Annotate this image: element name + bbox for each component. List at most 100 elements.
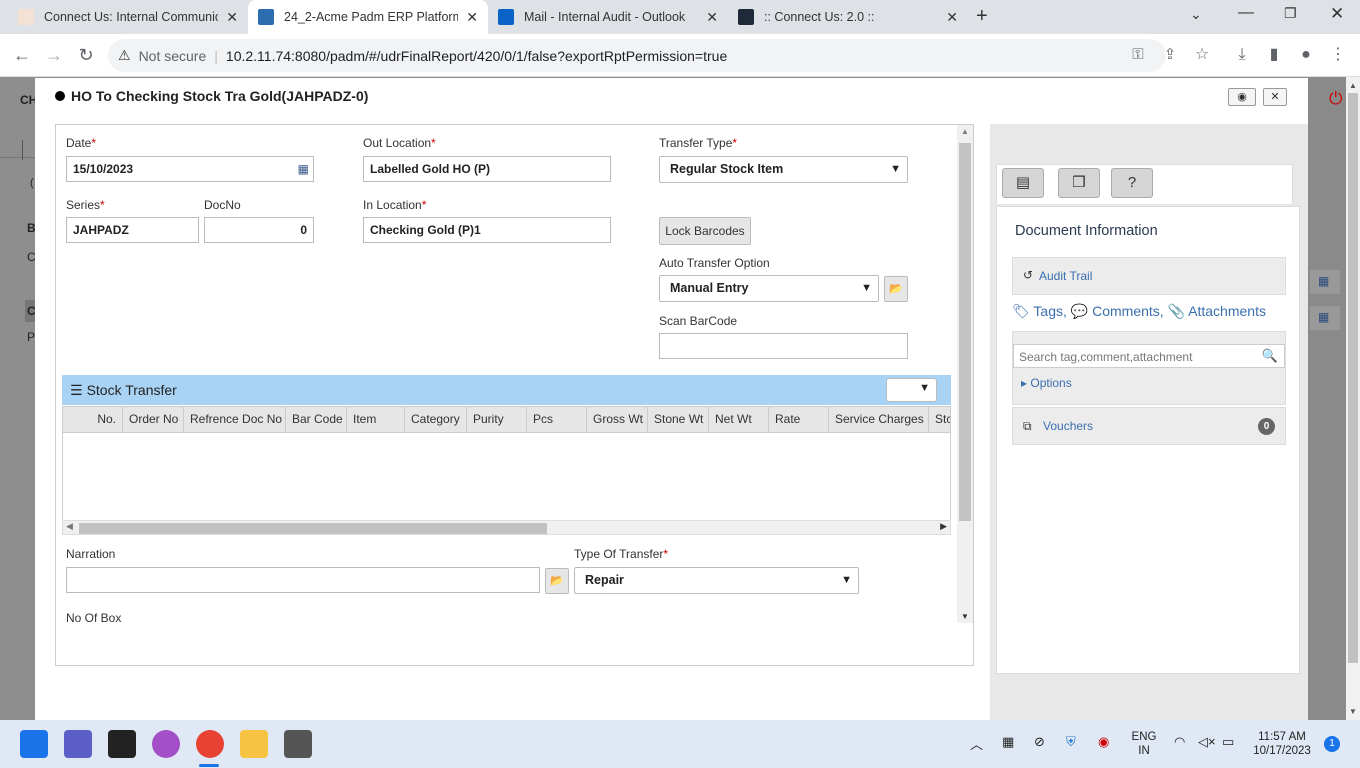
vouchers-link[interactable]: Vouchers <box>1043 419 1093 433</box>
column-header[interactable]: Service Charges <box>829 407 929 432</box>
windows-start-icon[interactable] <box>20 730 48 758</box>
browser-tab-erp[interactable]: 24_2-Acme Padm ERP Platform ✕ <box>248 0 488 34</box>
record-icon[interactable]: ◉ <box>1098 734 1109 750</box>
audit-trail-link[interactable]: Audit Trail <box>1039 269 1092 283</box>
docno-input[interactable]: 0 <box>204 217 314 243</box>
key-icon[interactable]: ⚿ <box>1126 44 1150 68</box>
column-header[interactable]: Category <box>405 407 467 432</box>
chrome-icon[interactable] <box>196 730 224 758</box>
forward-icon[interactable]: → <box>42 44 66 68</box>
grid-horizontal-scrollbar[interactable]: ◀ ▶ <box>62 520 951 535</box>
column-header[interactable]: Purity <box>467 407 527 432</box>
scrollbar-thumb[interactable] <box>1348 93 1358 663</box>
attachments-link[interactable]: Attachments <box>1188 303 1266 319</box>
column-header[interactable]: Stone Wt <box>648 407 709 432</box>
in-location-input[interactable]: Checking Gold (P)1 <box>363 217 611 243</box>
menu-kebab-icon[interactable]: ⋮ <box>1326 44 1350 68</box>
stock-transfer-options-select[interactable]: ▼ <box>886 378 937 402</box>
share-icon[interactable]: ⇪ <box>1158 44 1182 68</box>
teams-icon[interactable] <box>64 730 92 758</box>
book-icon[interactable]: ❒ <box>1058 168 1100 198</box>
tags-link[interactable]: Tags, <box>1033 303 1066 319</box>
sticky-notes-icon[interactable] <box>108 730 136 758</box>
minimize-icon[interactable]: — <box>1238 4 1254 22</box>
clock[interactable]: 11:57 AM 10/17/2023 <box>1250 730 1314 758</box>
date-input[interactable]: 15/10/2023 ▦ <box>66 156 314 182</box>
battery-icon[interactable]: ▭ <box>1222 734 1234 750</box>
scroll-up-icon[interactable]: ▲ <box>1349 81 1357 90</box>
column-header[interactable]: No. <box>63 407 123 432</box>
column-header[interactable]: Pcs <box>527 407 587 432</box>
scrollbar-thumb[interactable] <box>79 523 547 534</box>
form-vertical-scrollbar[interactable]: ▲ ▼ <box>957 125 973 623</box>
bookmark-star-icon[interactable]: ☆ <box>1190 44 1214 68</box>
column-header[interactable]: Net Wt <box>709 407 769 432</box>
column-header[interactable]: Order No <box>123 407 184 432</box>
scrollbar-thumb[interactable] <box>959 143 971 521</box>
column-header[interactable]: Rate <box>769 407 829 432</box>
tray-app-icon[interactable]: ⊘ <box>1034 734 1045 750</box>
auto-transfer-select[interactable]: Manual Entry ▼ <box>659 275 879 302</box>
scroll-down-icon[interactable]: ▼ <box>1349 707 1357 716</box>
narration-input[interactable] <box>66 567 540 593</box>
close-tab-icon[interactable]: ✕ <box>226 9 238 26</box>
browser-tab-outlook[interactable]: Mail - Internal Audit - Outlook ✕ <box>488 0 728 34</box>
security-shield-icon[interactable]: ⛨ <box>1066 734 1076 750</box>
scroll-right-icon[interactable]: ▶ <box>940 521 947 532</box>
comments-link[interactable]: Comments, <box>1092 303 1164 319</box>
wifi-icon[interactable]: ◠ <box>1174 734 1185 750</box>
new-tab-icon[interactable]: + <box>976 5 988 28</box>
scroll-down-icon[interactable]: ▼ <box>961 612 969 621</box>
reload-icon[interactable]: ↻ <box>74 44 98 68</box>
volume-muted-icon[interactable]: ◁× <box>1198 734 1216 750</box>
type-of-transfer-select[interactable]: Repair ▼ <box>574 567 859 594</box>
wps-office-icon[interactable] <box>152 730 180 758</box>
profile-avatar-icon[interactable]: ● <box>1294 44 1318 68</box>
details-list-icon[interactable]: ▤ <box>1002 168 1044 198</box>
browser-tab-connect-us[interactable]: Connect Us: Internal Communica ✕ <box>8 0 248 34</box>
language-indicator[interactable]: ENG IN <box>1128 730 1160 758</box>
scan-barcode-input[interactable] <box>659 333 908 359</box>
series-input[interactable]: JAHPADZ <box>66 217 199 243</box>
back-icon[interactable]: ← <box>10 44 34 68</box>
close-tab-icon[interactable]: ✕ <box>706 9 718 26</box>
transfer-type-select[interactable]: Regular Stock Item ▼ <box>659 156 908 183</box>
warning-icon: ⚠ <box>118 47 131 63</box>
search-tag-input[interactable]: Search tag,comment,attachment 🔍 <box>1013 344 1285 368</box>
column-header[interactable]: Bar Code <box>286 407 347 432</box>
calendar-icon[interactable]: ▦ <box>298 157 309 181</box>
column-header[interactable]: Stc <box>929 407 950 432</box>
column-header[interactable]: Refrence Doc No <box>184 407 286 432</box>
search-icon[interactable]: 🔍 <box>1262 348 1278 364</box>
download-icon[interactable]: ⤓ <box>1230 44 1254 68</box>
preview-eye-button[interactable]: ◉ <box>1228 88 1256 106</box>
notification-badge[interactable]: 1 <box>1324 736 1340 752</box>
close-window-icon[interactable]: ✕ <box>1330 4 1344 24</box>
column-header[interactable]: Gross Wt <box>587 407 648 432</box>
tray-app-icon[interactable]: ▦ <box>1002 734 1014 750</box>
folder-open-button[interactable]: 📂 <box>884 276 908 302</box>
browser-tab-connect-us-2[interactable]: :: Connect Us: 2.0 :: ✕ <box>728 0 968 34</box>
omnibox[interactable]: ⚠ Not secure | 10.2.11.74:8080/padm/#/ud… <box>108 39 1166 72</box>
lock-barcodes-button[interactable]: Lock Barcodes <box>659 217 751 245</box>
close-modal-button[interactable]: ✕ <box>1263 88 1287 106</box>
snipping-tool-icon[interactable] <box>284 730 312 758</box>
close-tab-icon[interactable]: ✕ <box>466 9 478 26</box>
vouchers-box[interactable]: ⧉ Vouchers 0 <box>1012 407 1286 445</box>
options-toggle[interactable]: ▸ Options <box>1021 376 1072 390</box>
scroll-left-icon[interactable]: ◀ <box>66 521 73 532</box>
file-explorer-icon[interactable] <box>240 730 268 758</box>
tab-search-chevron-icon[interactable]: ⌄ <box>1190 6 1202 23</box>
close-tab-icon[interactable]: ✕ <box>946 9 958 26</box>
scroll-up-icon[interactable]: ▲ <box>961 127 969 136</box>
narration-folder-button[interactable]: 📂 <box>545 568 569 594</box>
out-location-input[interactable]: Labelled Gold HO (P) <box>363 156 611 182</box>
side-panel-icon[interactable]: ▮ <box>1262 44 1286 68</box>
restore-icon[interactable]: ❐ <box>1284 5 1297 22</box>
show-hidden-icons-chevron[interactable]: ︿ <box>970 734 983 753</box>
column-header[interactable]: Item <box>347 407 405 432</box>
page-vertical-scrollbar[interactable]: ▲ ▼ <box>1346 77 1360 720</box>
audit-trail-box[interactable]: ↺ Audit Trail <box>1012 257 1286 295</box>
help-icon[interactable]: ? <box>1111 168 1153 198</box>
url-text[interactable]: 10.2.11.74:8080/padm/#/udrFinalReport/42… <box>226 48 727 64</box>
